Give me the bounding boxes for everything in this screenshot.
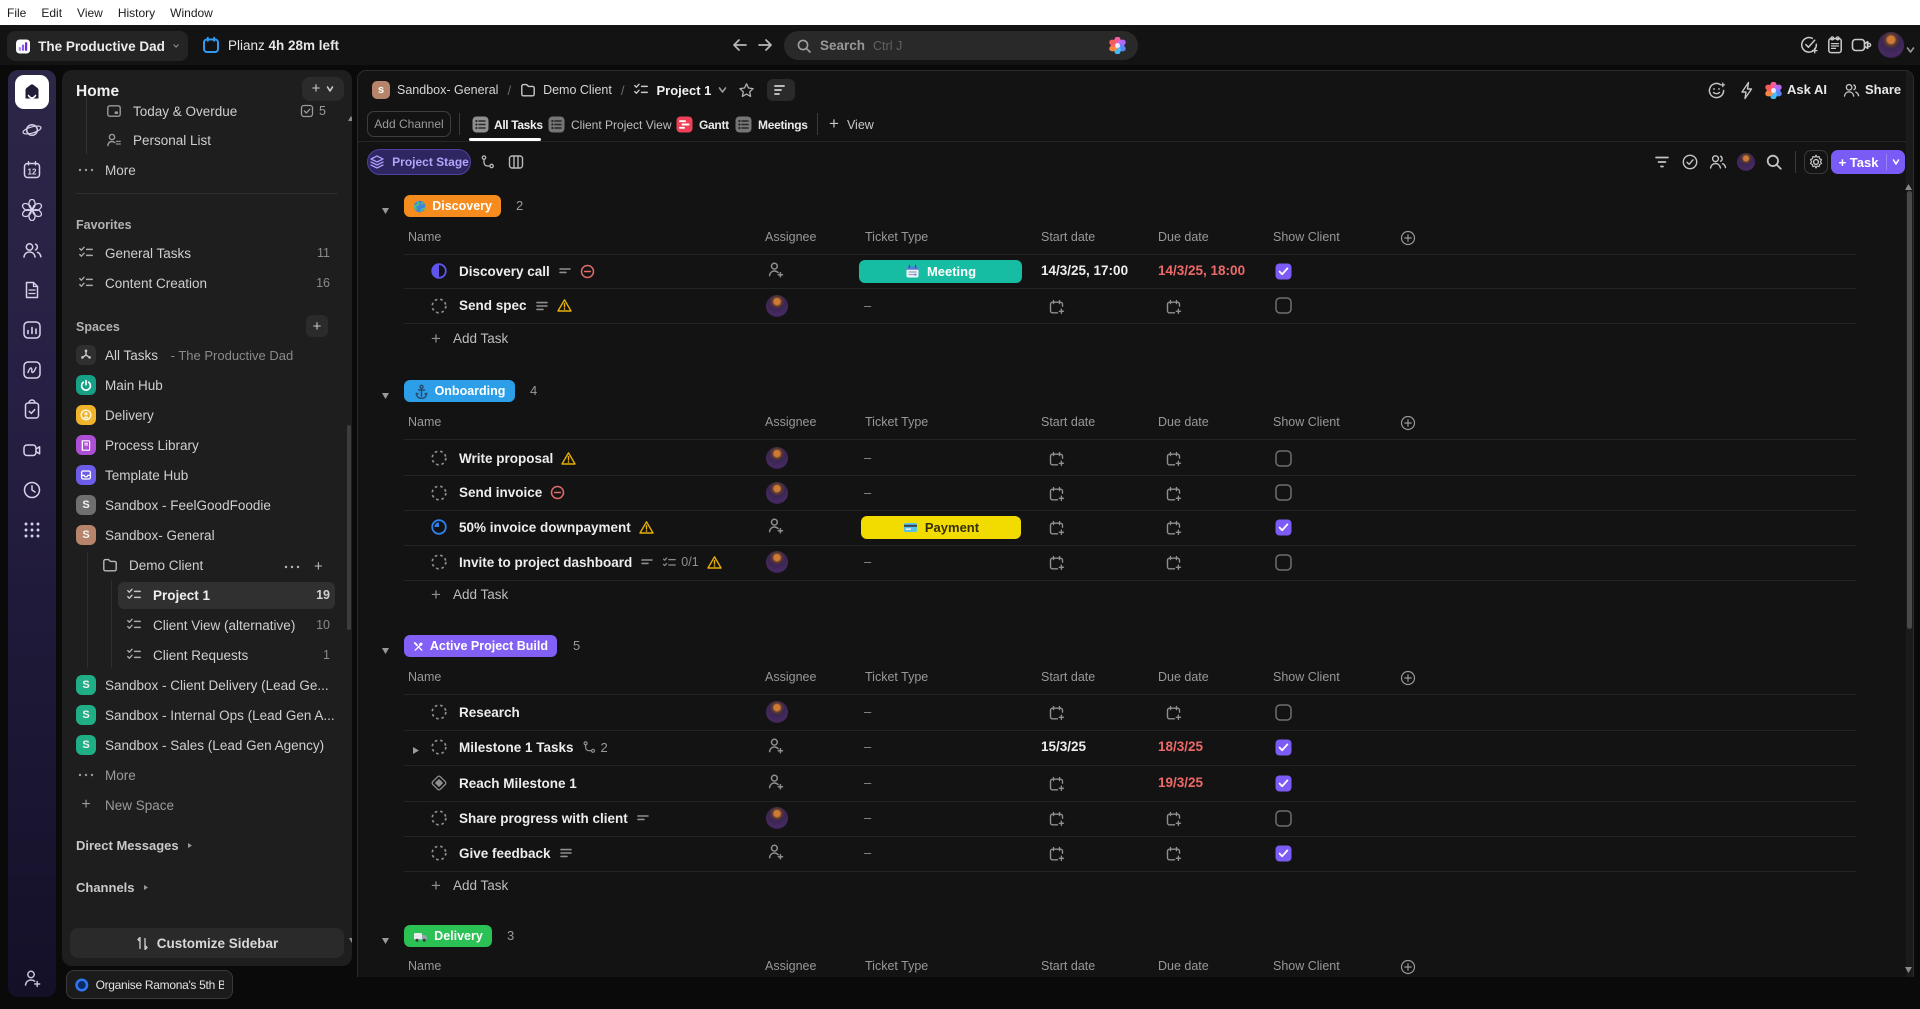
- svg-text:12: 12: [28, 168, 37, 177]
